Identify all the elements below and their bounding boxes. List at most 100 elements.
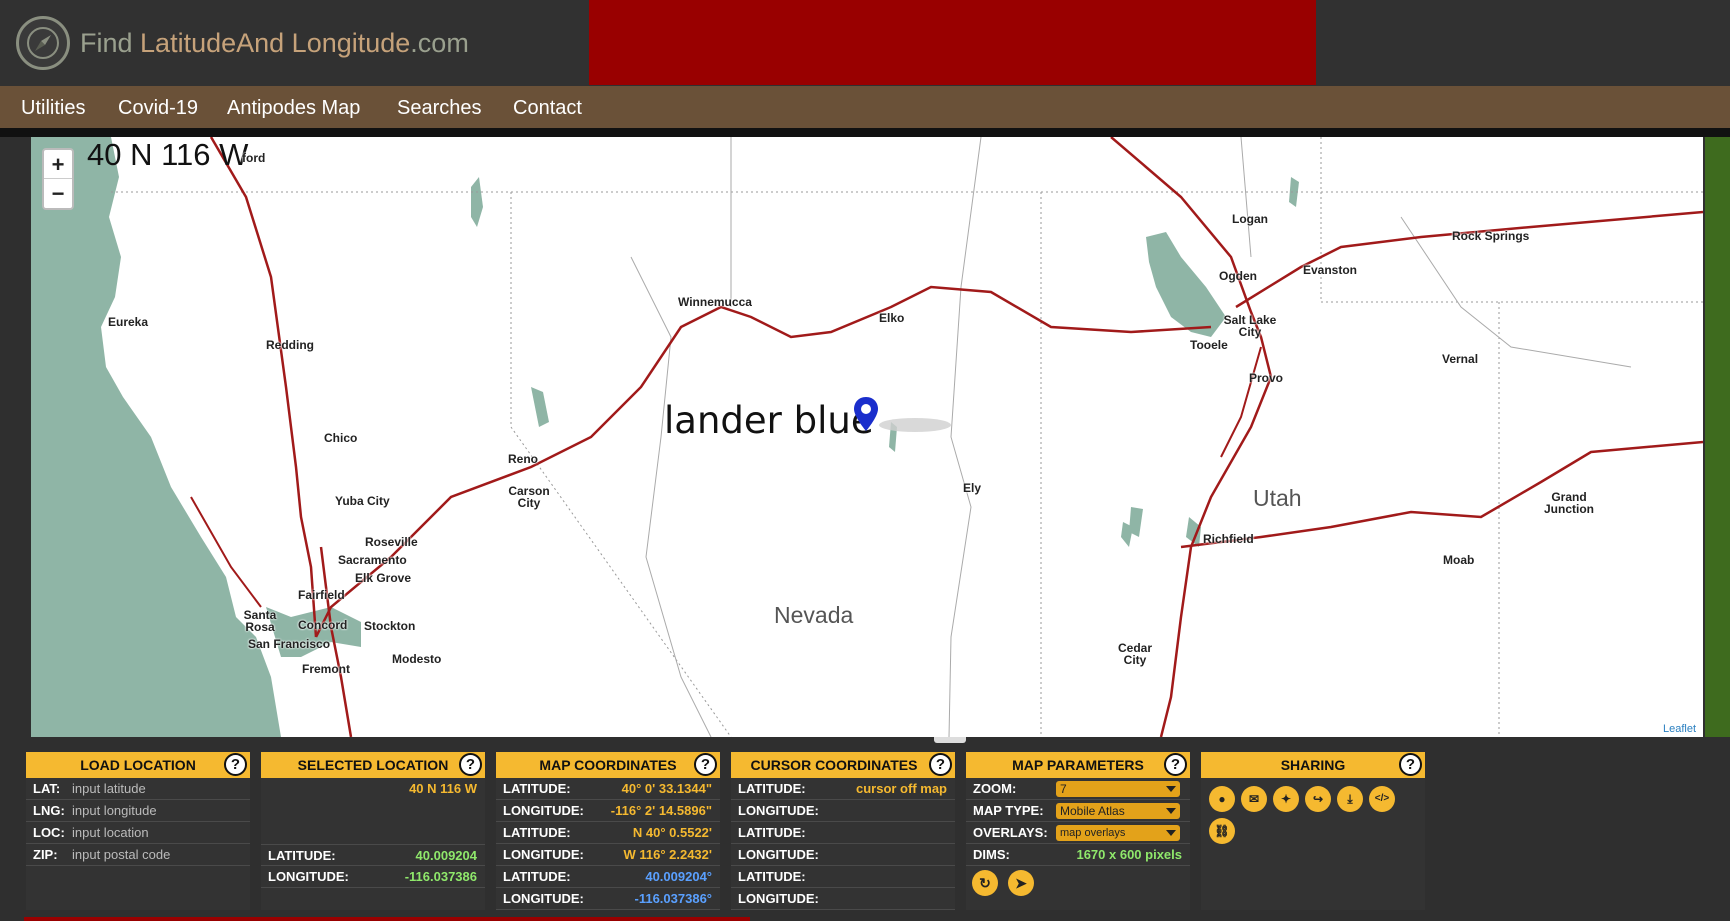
help-icon[interactable]: ? <box>929 753 952 776</box>
logo-text-2: LatitudeAnd <box>140 28 285 58</box>
city-label: Sacramento <box>338 553 407 567</box>
lng-row: LNG: input longitude <box>26 800 250 822</box>
link-icon[interactable]: ⛓ <box>1209 818 1235 844</box>
zip-row: ZIP: input postal code <box>26 844 250 866</box>
city-label: Cedar City <box>1117 641 1152 667</box>
map-parameters-panel: MAP PARAMETERS? ZOOM: 7 MAP TYPE: Mobile A… <box>966 752 1190 910</box>
coord-value: 40.009204° <box>645 869 712 884</box>
field-label: ZOOM: <box>973 781 1017 796</box>
map-type-row: MAP TYPE: Mobile Atlas <box>966 800 1190 822</box>
cursor-coordinates-panel: CURSOR COORDINATES? LATITUDE: cursor off … <box>731 752 955 910</box>
overlays-select[interactable]: map overlays <box>1056 825 1180 841</box>
select-value: Mobile Atlas <box>1060 804 1125 818</box>
lat-row: LAT: input latitude <box>26 778 250 800</box>
nav-item-searches[interactable]: Searches <box>397 97 482 120</box>
cursor-row: LONGITUDE: <box>731 844 955 866</box>
postal-code-input[interactable]: input postal code <box>72 844 246 866</box>
map-view[interactable]: + − 40 N 116 W ford Logan Rock Springs E… <box>31 137 1703 737</box>
location-pin-icon[interactable] <box>851 395 981 435</box>
field-label: LONGITUDE: <box>738 847 819 862</box>
attribution-link[interactable]: Leaflet <box>1659 723 1699 735</box>
zoom-select[interactable]: 7 <box>1056 781 1180 797</box>
logo-text-1: Find <box>80 28 141 58</box>
site-logo[interactable]: Find LatitudeAnd Longitude.com <box>80 28 469 59</box>
city-label: Tooele <box>1190 338 1228 352</box>
reddit-icon[interactable]: ● <box>1209 786 1235 812</box>
location-input[interactable]: input location <box>72 822 246 844</box>
help-icon[interactable]: ? <box>1399 753 1422 776</box>
coord-row: LONGITUDE: -116.037386° <box>496 888 720 910</box>
panel-title: CURSOR COORDINATES <box>750 757 918 773</box>
field-label: LONGITUDE: <box>268 869 349 884</box>
city-label: Fairfield <box>298 588 345 602</box>
zoom-out-button[interactable]: − <box>44 179 72 208</box>
download-icon[interactable]: ⤓ <box>1337 786 1363 812</box>
field-label: LATITUDE: <box>503 869 571 884</box>
city-label: Richfield <box>1203 532 1254 546</box>
zoom-in-button[interactable]: + <box>44 150 72 179</box>
zoom-row: ZOOM: 7 <box>966 778 1190 800</box>
select-value: map overlays <box>1060 827 1126 839</box>
share-icon[interactable]: ↪ <box>1305 786 1331 812</box>
nav-item-antipodes-map[interactable]: Antipodes Map <box>227 97 360 120</box>
map-location-title: 40 N 116 W <box>87 137 249 172</box>
map-type-select[interactable]: Mobile Atlas <box>1056 803 1180 819</box>
help-icon[interactable]: ? <box>1164 753 1187 776</box>
embed-code-icon[interactable]: </> <box>1369 786 1395 812</box>
cursor-row: LATITUDE: <box>731 822 955 844</box>
city-label: Winnemucca <box>678 295 752 309</box>
cursor-status: cursor off map <box>855 781 947 796</box>
field-label: DIMS: <box>973 847 1010 862</box>
resize-handle[interactable] <box>934 737 966 743</box>
field-label: LATITUDE: <box>738 781 806 796</box>
logo-text-4: .com <box>410 28 469 58</box>
logo-text-3: Longitude <box>291 28 411 58</box>
email-icon[interactable]: ✉ <box>1241 786 1267 812</box>
field-label: LATITUDE: <box>503 825 571 840</box>
panel-header: LOAD LOCATION? <box>26 752 250 778</box>
panel-title: MAP PARAMETERS <box>1012 757 1144 773</box>
help-icon[interactable]: ? <box>459 753 482 776</box>
field-label: LATITUDE: <box>738 869 806 884</box>
field-label: MAP TYPE: <box>973 803 1044 818</box>
overlays-row: OVERLAYS: map overlays <box>966 822 1190 844</box>
city-label: Elk Grove <box>355 571 412 585</box>
coord-row: LATITUDE: N 40° 0.5522' <box>496 822 720 844</box>
selected-location-panel: SELECTED LOCATION? 40 N 116 W LATITUDE: 4… <box>261 752 485 910</box>
panel-header: MAP COORDINATES? <box>496 752 720 778</box>
twitter-icon[interactable]: ✦ <box>1273 786 1299 812</box>
sharing-panel: SHARING? ● ✉ ✦ ↪ ⤓ </> ⛓ <box>1201 752 1425 910</box>
nav-item-covid[interactable]: Covid-19 <box>118 97 198 120</box>
selected-location-name: 40 N 116 W <box>409 781 477 796</box>
state-label-utah: Utah <box>1253 485 1302 511</box>
dims-value: 1670 x 600 pixels <box>1076 847 1182 862</box>
help-icon[interactable]: ? <box>694 753 717 776</box>
field-label: LONGITUDE: <box>503 803 584 818</box>
selected-lat-row: LATITUDE: 40.009204 <box>261 844 485 866</box>
city-label: Salt Lake City <box>1223 313 1277 339</box>
selected-name-row: 40 N 116 W <box>261 778 485 800</box>
site-header: Find LatitudeAnd Longitude.com <box>0 0 1730 86</box>
nav-item-utilities[interactable]: Utilities <box>21 97 85 120</box>
nav-item-contact[interactable]: Contact <box>513 97 582 120</box>
longitude-input[interactable]: input longitude <box>72 800 246 822</box>
help-icon[interactable]: ? <box>224 753 247 776</box>
city-label: Carson City <box>508 484 550 510</box>
city-label: San Francisco <box>248 637 331 651</box>
latitude-input[interactable]: input latitude <box>72 778 246 800</box>
city-label: Fremont <box>302 662 350 676</box>
city-label: Reno <box>508 452 538 466</box>
selected-latitude: 40.009204 <box>415 848 477 863</box>
locate-icon[interactable]: ➤ <box>1008 870 1034 896</box>
coord-value: -116.037386° <box>634 891 713 906</box>
refresh-icon[interactable]: ↻ <box>972 870 998 896</box>
field-label: OVERLAYS: <box>973 825 1048 840</box>
main-nav: Utilities Covid-19 Antipodes Map Searche… <box>0 86 1730 128</box>
city-label: Roseville <box>365 535 418 549</box>
chevron-down-icon <box>1166 786 1176 792</box>
ad-banner[interactable] <box>589 0 1316 85</box>
city-label: Chico <box>324 431 358 445</box>
bottom-bar <box>24 917 750 921</box>
compass-icon[interactable] <box>16 16 70 70</box>
